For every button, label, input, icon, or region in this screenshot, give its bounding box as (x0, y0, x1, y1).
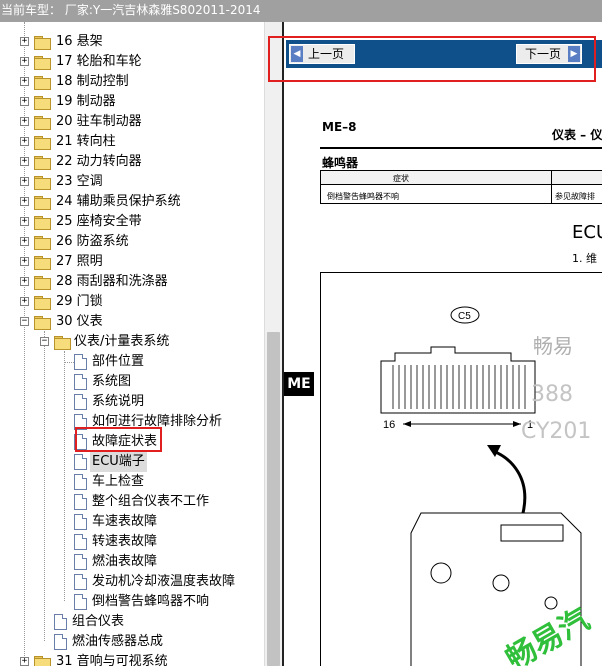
folder-icon (34, 656, 51, 666)
document-icon (74, 394, 87, 410)
tree-scrollbar[interactable] (264, 22, 282, 666)
section-side-tab: ME (284, 372, 314, 396)
watermark: 畅易 (533, 334, 573, 358)
document-icon (74, 354, 87, 370)
folder-icon (34, 176, 51, 190)
window-title: 当前车型： 厂家:Y一汽吉林森雅S802011-2014 (0, 0, 602, 22)
document-icon (74, 494, 87, 510)
folder-icon (34, 96, 51, 110)
document-icon (74, 514, 87, 530)
page-section-title: 仪表 – 仪 (552, 128, 602, 142)
table-header: 症状 (321, 171, 602, 185)
tree-scrollbar-thumb[interactable] (267, 332, 280, 666)
selected-item-highlight (75, 427, 162, 452)
folder-icon (34, 196, 51, 210)
table-header-cell: 症状 (393, 174, 409, 183)
folder-icon (34, 76, 51, 90)
document-icon (74, 554, 87, 570)
document-icon (54, 614, 67, 630)
page-rule (320, 147, 602, 149)
tree-connector (64, 362, 74, 363)
connector-figure: C5 16 1 畅易 388 CY201 畅易汽 (320, 272, 602, 666)
watermark: 388 (531, 382, 573, 407)
ecu-section-title: ECU (572, 222, 602, 243)
table-divider (551, 171, 552, 203)
connector-label: C5 (458, 311, 471, 322)
symptom-table: 症状 倒档警告蜂鸣器不响 参见故障排 (320, 170, 602, 204)
chapter-tree[interactable]: +16 悬架 +17 轮胎和车轮 +18 制动控制 +19 制动器 +20 驻车… (0, 22, 264, 666)
document-icon (54, 634, 67, 650)
folder-icon (34, 276, 51, 290)
table-cell: 参见故障排 (555, 192, 595, 201)
pin-left-label: 16 (383, 419, 395, 431)
folder-icon (34, 296, 51, 310)
folder-open-icon (34, 316, 51, 330)
folder-icon (34, 236, 51, 250)
tree-guide-line (44, 331, 45, 641)
document-icon (74, 374, 87, 390)
tree-guide-line (64, 351, 65, 601)
folder-icon (34, 136, 51, 150)
folder-icon (34, 256, 51, 270)
document-icon (74, 474, 87, 490)
document-icon (74, 574, 87, 590)
table-cell: 倒档警告蜂鸣器不响 (327, 192, 399, 201)
folder-icon (34, 36, 51, 50)
document-icon (74, 454, 87, 470)
document-icon (74, 594, 87, 610)
folder-icon (34, 156, 51, 170)
page-heading: 蜂鸣器 (322, 156, 359, 170)
watermark: CY201 (521, 419, 591, 444)
nav-highlight-box (268, 36, 596, 82)
folder-icon (34, 216, 51, 230)
folder-open-icon (54, 336, 71, 350)
folder-icon (34, 116, 51, 130)
page-code: ME–8 (322, 120, 357, 134)
folder-icon (34, 56, 51, 70)
step-number: 1. 维 (572, 252, 597, 265)
document-viewer: ◀ 上一页 下一页 ▶ ME–8 仪表 – 仪 蜂鸣器 症状 倒档警告蜂鸣器不响… (282, 22, 602, 666)
connector-diagram: C5 16 1 畅易 388 CY201 畅易汽 (380, 306, 596, 666)
document-icon (74, 534, 87, 550)
